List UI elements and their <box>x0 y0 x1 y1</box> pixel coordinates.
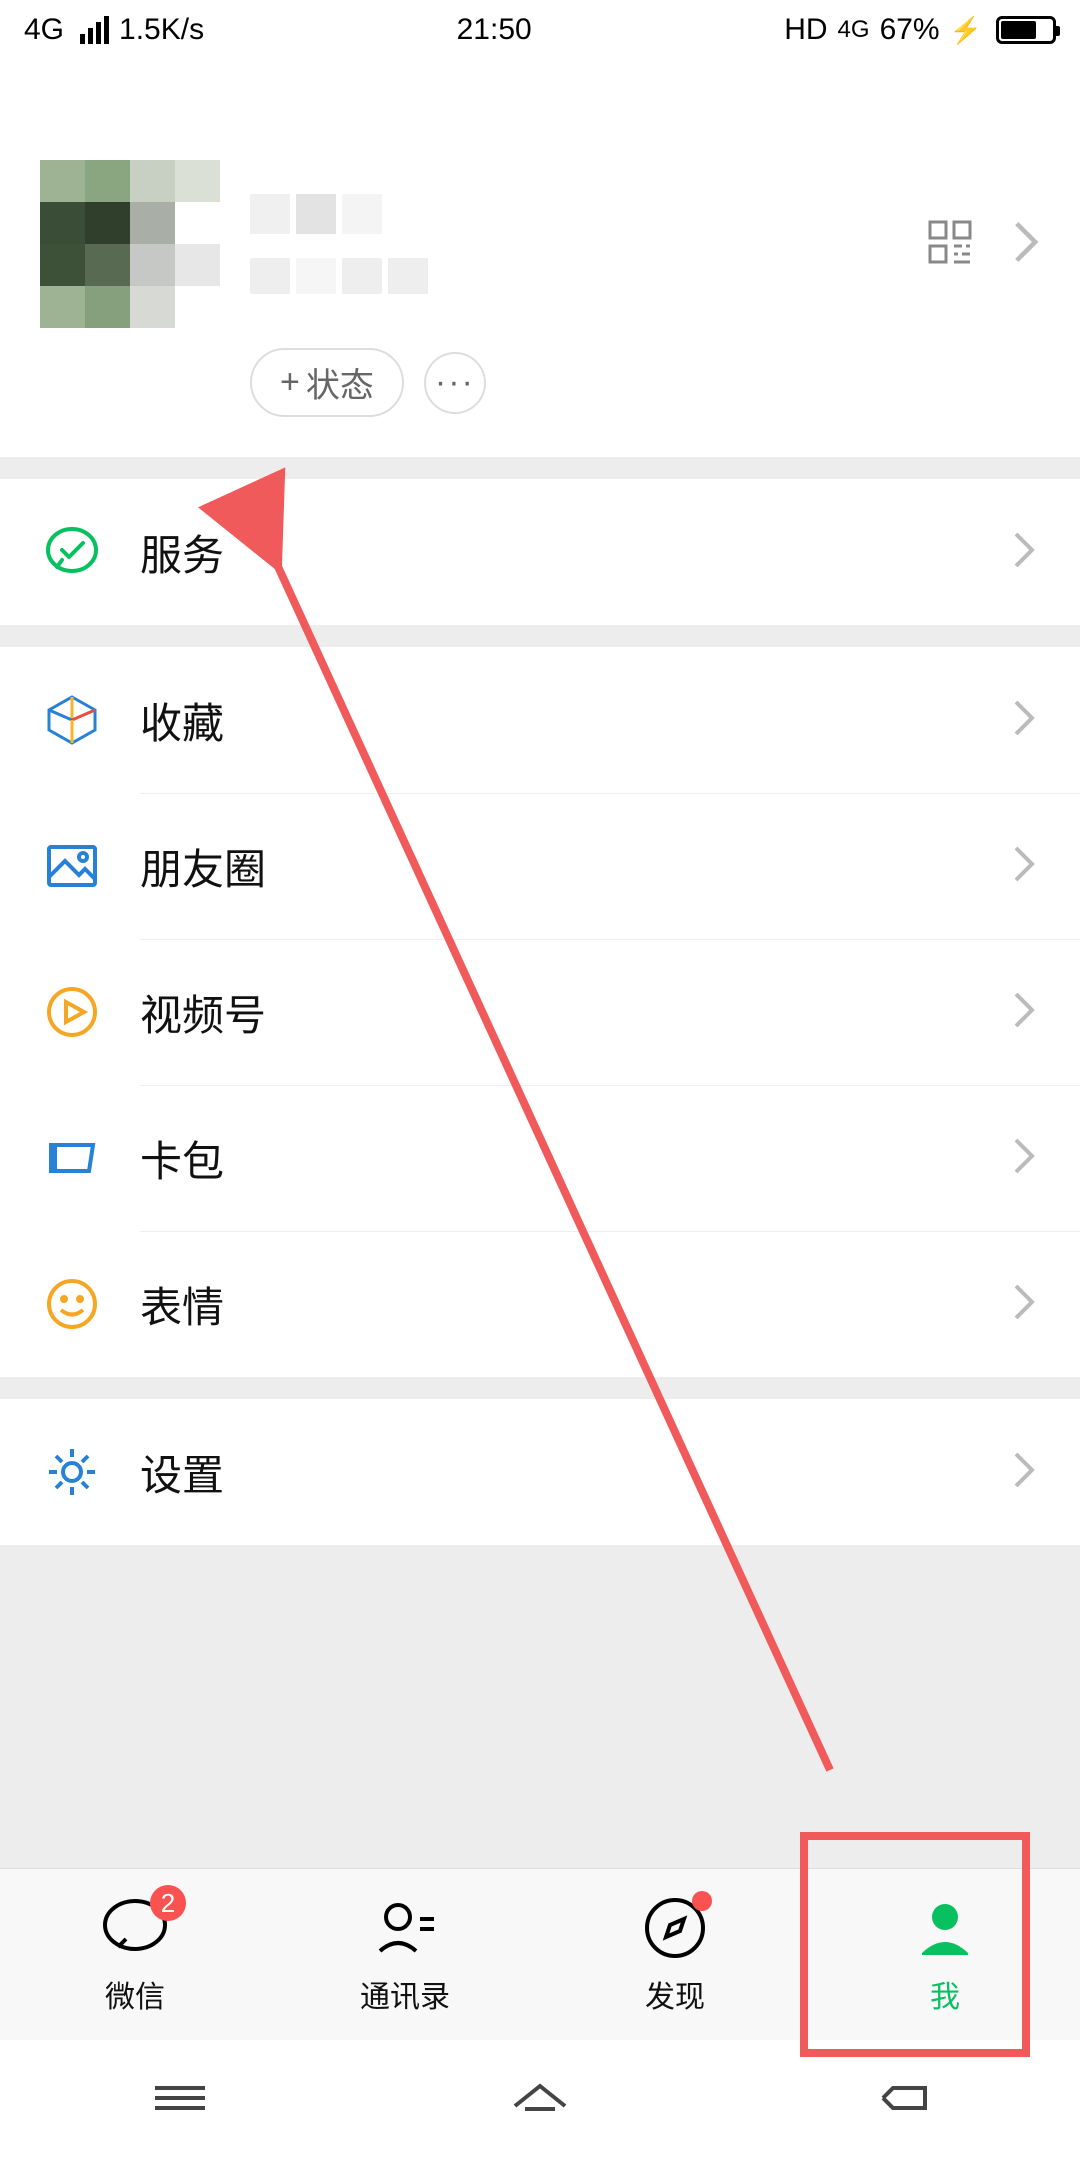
chat-badge: 2 <box>150 1885 186 1921</box>
menu-item-channels[interactable]: 视频号 <box>0 939 1080 1085</box>
more-button-label: ··· <box>435 363 475 402</box>
contacts-icon <box>370 1893 440 1968</box>
menu-label: 收藏 <box>100 690 1012 751</box>
profile-id-redacted <box>250 258 928 294</box>
menu-item-moments[interactable]: 朋友圈 <box>0 793 1080 939</box>
network-speed: 1.5K/s <box>119 13 204 47</box>
menu-item-services[interactable]: 服务 <box>0 479 1080 625</box>
status-left: 4G 1.5K/s <box>24 13 204 47</box>
battery-icon <box>996 16 1056 44</box>
moments-icon <box>44 838 100 894</box>
status-bar: 4G 1.5K/s 21:50 HD 4G 67% ⚡ <box>0 0 1080 60</box>
menu-label: 服务 <box>100 522 1012 583</box>
nav-menu-icon[interactable] <box>145 2076 215 2125</box>
profile-name-redacted <box>250 194 928 234</box>
chevron-right-icon <box>1012 698 1036 743</box>
qr-code-icon[interactable] <box>928 220 972 269</box>
network-type: 4G <box>24 13 64 47</box>
tab-discover[interactable]: 发现 <box>540 1869 810 2040</box>
tab-bar: 2 微信 通讯录 发现 <box>0 1868 1080 2040</box>
menu-item-settings[interactable]: 设置 <box>0 1399 1080 1545</box>
me-icon <box>910 1893 980 1968</box>
menu-item-stickers[interactable]: 表情 <box>0 1231 1080 1377</box>
discover-dot <box>692 1891 712 1911</box>
menu-label: 朋友圈 <box>100 836 1012 897</box>
status-time: 21:50 <box>457 13 532 47</box>
chevron-right-icon <box>1012 530 1036 575</box>
chevron-right-icon <box>1012 1136 1036 1181</box>
nav-home-icon[interactable] <box>505 2076 575 2125</box>
tab-label: 通讯录 <box>360 1972 450 2016</box>
tab-label: 发现 <box>645 1972 705 2016</box>
status-button[interactable]: + 状态 <box>250 348 404 417</box>
tab-label: 微信 <box>105 1972 165 2016</box>
channels-icon <box>44 984 100 1040</box>
tab-label: 我 <box>930 1972 960 2016</box>
services-icon <box>44 524 100 580</box>
cards-icon <box>44 1130 100 1186</box>
chat-icon: 2 <box>100 1893 170 1968</box>
discover-icon <box>640 1893 710 1968</box>
menu-label: 表情 <box>100 1274 1012 1335</box>
menu-label: 视频号 <box>100 982 1012 1043</box>
avatar[interactable] <box>40 160 220 328</box>
more-button[interactable]: ··· <box>424 352 486 414</box>
chevron-right-icon <box>1012 219 1040 270</box>
status-button-label: 状态 <box>306 358 374 407</box>
menu-label: 设置 <box>100 1442 1012 1503</box>
hd-indicator: HD <box>784 13 827 47</box>
system-nav-bar <box>0 2040 1080 2160</box>
stickers-icon <box>44 1276 100 1332</box>
chevron-right-icon <box>1012 1282 1036 1327</box>
plus-icon: + <box>280 363 300 402</box>
status-right: HD 4G 67% ⚡ <box>784 13 1056 47</box>
tab-chat[interactable]: 2 微信 <box>0 1869 270 2040</box>
signal-icon <box>80 16 109 44</box>
profile-section[interactable]: + 状态 ··· <box>0 60 1080 457</box>
tab-contacts[interactable]: 通讯录 <box>270 1869 540 2040</box>
tab-me[interactable]: 我 <box>810 1869 1080 2040</box>
chevron-right-icon <box>1012 844 1036 889</box>
settings-icon <box>44 1444 100 1500</box>
charging-icon: ⚡ <box>950 15 982 46</box>
battery-percent: 67% <box>880 13 940 47</box>
chevron-right-icon <box>1012 990 1036 1035</box>
chevron-right-icon <box>1012 1450 1036 1495</box>
menu-label: 卡包 <box>100 1128 1012 1189</box>
menu-item-cards[interactable]: 卡包 <box>0 1085 1080 1231</box>
favorites-icon <box>44 692 100 748</box>
nav-back-icon[interactable] <box>865 2076 935 2125</box>
menu-item-favorites[interactable]: 收藏 <box>0 647 1080 793</box>
profile-name-area <box>220 194 928 294</box>
network-type-2: 4G <box>838 16 870 44</box>
